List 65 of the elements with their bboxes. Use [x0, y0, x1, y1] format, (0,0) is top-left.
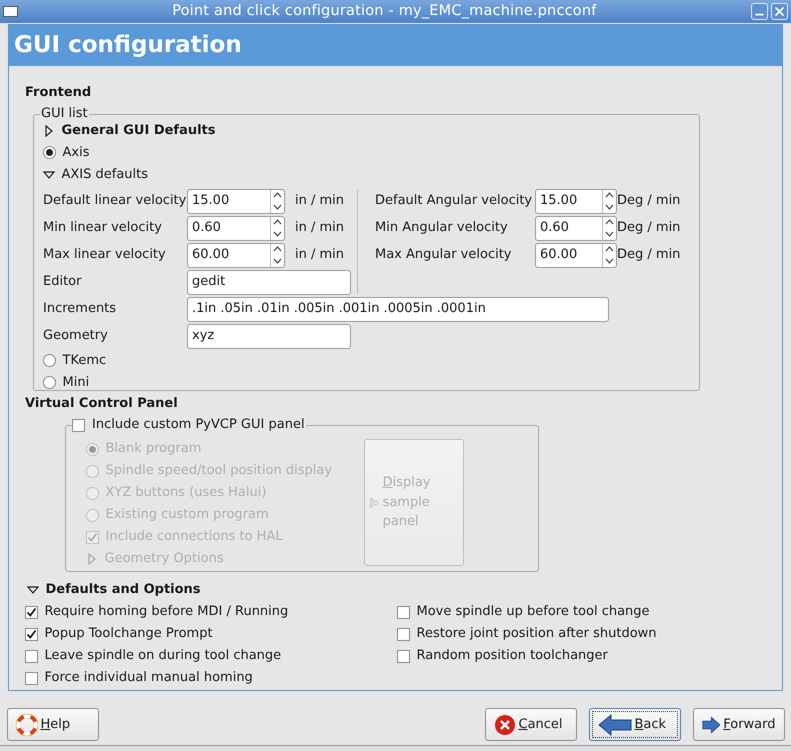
spin-box[interactable]: 15.00: [535, 188, 617, 214]
section-heading: Frontend: [25, 84, 92, 102]
spin-box[interactable]: 60.00: [535, 242, 617, 268]
checkbox[interactable]: [397, 650, 410, 662]
spin-box[interactable]: 0.60: [535, 216, 617, 240]
field-label: Default linear velocity: [43, 192, 187, 210]
expander-label[interactable]: General GUI Defaults: [62, 120, 216, 140]
field-label: Min linear velocity: [43, 219, 163, 238]
radio-label[interactable]: TKemc: [62, 350, 106, 370]
spin-box[interactable]: 60.00: [187, 242, 285, 268]
page-header: GUI configuration: [9, 25, 782, 66]
checkbox-label[interactable]: Leave spindle on during tool change: [44, 646, 282, 666]
checkbox[interactable]: [397, 628, 410, 640]
window-title: Point and click configuration - my_EMC_machine.pncconf: [171, 2, 598, 21]
dialog-button[interactable]: Forward: [692, 708, 784, 741]
unit-label: Deg / min: [617, 219, 680, 238]
close-icon[interactable]: [770, 3, 788, 20]
unit-label: in / min: [295, 246, 346, 264]
field-label: Geometry: [43, 327, 109, 346]
radio-label[interactable]: Axis: [62, 142, 90, 162]
expanded-triangle-icon[interactable]: [27, 584, 39, 596]
text-field[interactable]: .1in .05in .01in .005in .001in .0005in .0001in: [187, 296, 609, 322]
checkbox[interactable]: [25, 606, 38, 618]
expander-label[interactable]: AXIS defaults: [62, 164, 148, 184]
text-field[interactable]: gedit: [187, 270, 351, 294]
unit-label: in / min: [295, 192, 346, 210]
checkbox-label[interactable]: Move spindle up before tool change: [416, 602, 650, 622]
checkbox[interactable]: [25, 628, 38, 640]
text-field[interactable]: xyz: [187, 324, 351, 348]
checkbox[interactable]: [25, 672, 38, 684]
checkbox-label[interactable]: Random position toolchanger: [416, 646, 608, 666]
field-label: Max Angular velocity: [375, 246, 512, 264]
spin-box[interactable]: 15.00: [187, 188, 285, 214]
field-label: Min Angular velocity: [375, 219, 509, 238]
radio-button[interactable]: [43, 146, 56, 159]
unit-label: Deg / min: [617, 246, 680, 264]
checkbox[interactable]: [397, 606, 410, 618]
window-icon: [3, 6, 18, 17]
expanded-triangle-icon[interactable]: [43, 168, 55, 180]
dialog-button[interactable]: Back: [588, 708, 680, 741]
collapsed-triangle-icon[interactable]: [43, 124, 55, 136]
dialog-button[interactable]: Help: [6, 708, 98, 741]
checkbox-label[interactable]: Restore joint position after shutdown: [416, 624, 657, 644]
field-label: Editor: [43, 273, 82, 292]
unit-label: in / min: [295, 219, 346, 238]
dialog-button[interactable]: Cancel: [484, 708, 576, 741]
field-label: Default Angular velocity: [375, 192, 534, 210]
checkbox-label[interactable]: Force individual manual homing: [44, 668, 253, 688]
lifebuoy-icon: [16, 714, 38, 736]
section-heading: Virtual Control Panel: [25, 394, 179, 412]
field-label: Increments: [43, 300, 118, 318]
checkbox[interactable]: [25, 650, 38, 662]
checkbox-label[interactable]: Popup Toolchange Prompt: [44, 624, 213, 644]
checkbox-label[interactable]: Require homing before MDI / Running: [44, 602, 288, 622]
unit-label: Deg / min: [617, 192, 680, 210]
radio-label[interactable]: Mini: [62, 372, 90, 392]
cancel-icon: [494, 714, 516, 736]
field-label: Max linear velocity: [43, 246, 167, 264]
expander-label[interactable]: Defaults and Options: [46, 580, 201, 600]
spin-box[interactable]: 0.60: [187, 216, 285, 240]
radio-button[interactable]: [43, 354, 56, 367]
minimize-icon[interactable]: [750, 3, 768, 20]
left-arrow-icon: [598, 714, 632, 736]
radio-button[interactable]: [43, 376, 56, 389]
right-arrow-icon: [702, 714, 720, 736]
